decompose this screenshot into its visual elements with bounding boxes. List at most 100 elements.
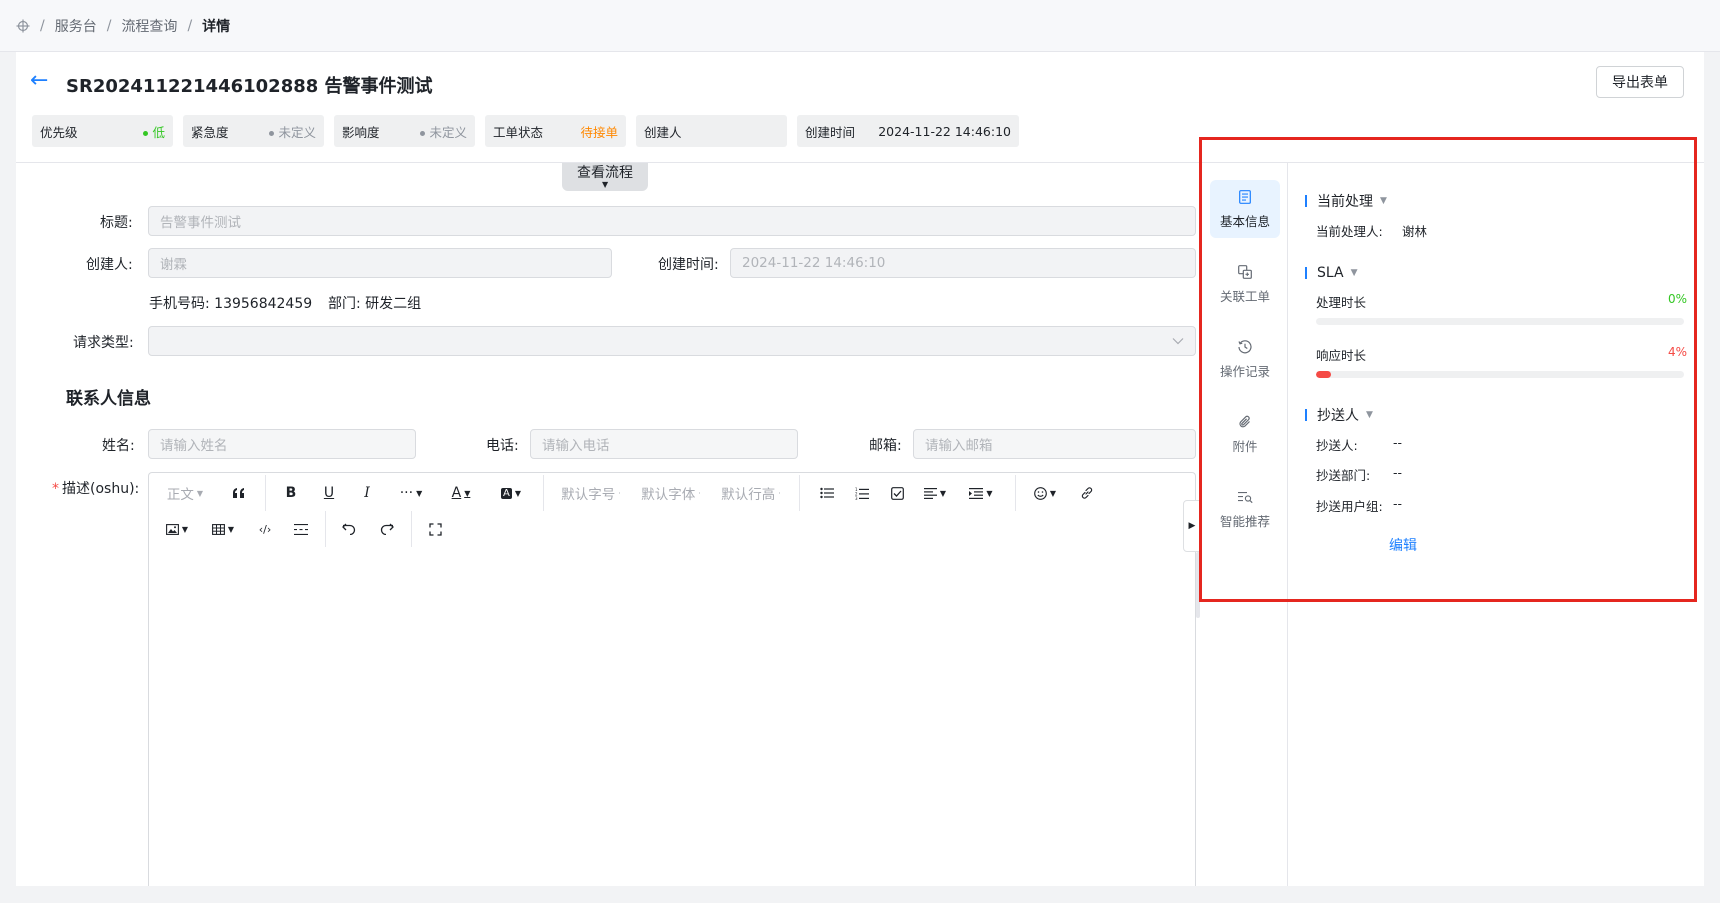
urgency-chip: 紧急度 未定义 <box>183 115 324 147</box>
insert-image-dropdown[interactable]: ▼ <box>161 515 193 543</box>
description-editor[interactable]: 正文 ▼ B U I ··· ▼ A ▼ A ▼ 默认字号 · 默认字体 · 默认行高 · 1… <box>148 472 1196 886</box>
export-form-button[interactable]: 导出表单 <box>1596 66 1684 98</box>
current-handling-header[interactable]: 当前处理 ▼ <box>1305 191 1387 211</box>
request-type-select[interactable] <box>148 326 1196 356</box>
cc-group-value: -- <box>1393 496 1403 511</box>
impact-chip: 影响度 未定义 <box>334 115 475 147</box>
tab-linked-tickets-label: 关联工单 <box>1219 289 1270 304</box>
caret-down-icon: ▼ <box>1380 196 1387 206</box>
more-styles-dropdown[interactable]: ··· ▼ <box>391 479 431 507</box>
description-label: * 描述(oshu): <box>52 481 140 497</box>
insert-table-dropdown[interactable]: ▼ <box>207 515 239 543</box>
code-icon[interactable]: ‹/› <box>251 515 279 543</box>
quote-icon[interactable] <box>225 479 253 507</box>
response-duration-percent: 4% <box>1667 345 1687 359</box>
document-icon <box>1210 189 1280 211</box>
redo-icon[interactable] <box>373 515 401 543</box>
toolbar-divider <box>1015 475 1016 511</box>
tab-basic-info[interactable]: 基本信息 <box>1210 180 1280 238</box>
font-size-dropdown[interactable]: 默认字号 · <box>555 479 627 507</box>
urgency-value: 未定义 <box>269 122 316 141</box>
undo-icon[interactable] <box>335 515 363 543</box>
toolbar-divider <box>799 475 800 511</box>
underline-button[interactable]: U <box>315 479 343 507</box>
numbered-list-icon[interactable]: 123 <box>848 479 876 507</box>
view-flow-button[interactable]: 查看流程 ▼ <box>562 163 648 191</box>
bold-button[interactable]: B <box>277 479 305 507</box>
created-time-chip-label: 创建时间 <box>805 124 856 140</box>
toolbar-divider <box>265 475 266 511</box>
cc-dept-value: -- <box>1393 465 1403 480</box>
urgency-label: 紧急度 <box>191 124 229 140</box>
creator-label: 创建人: <box>86 257 133 273</box>
breadcrumb-service-desk[interactable]: 服务台 <box>55 16 97 36</box>
impact-label: 影响度 <box>342 124 380 140</box>
bullet-list-icon[interactable] <box>813 479 841 507</box>
priority-value: 低 <box>143 122 165 141</box>
cc-person-label: 抄送人: <box>1316 438 1358 453</box>
breadcrumb-process-query[interactable]: 流程查询 <box>121 16 177 36</box>
line-height-dropdown[interactable]: 默认行高 · <box>715 479 787 507</box>
breadcrumb: / 服务台 / 流程查询 / 详情 <box>0 0 1720 52</box>
italic-button[interactable]: I <box>353 479 381 507</box>
email-input[interactable]: 请输入邮箱 <box>913 429 1196 459</box>
collapse-panel-handle[interactable]: ▶ <box>1183 500 1201 552</box>
ticket-status-label: 工单状态 <box>493 124 544 140</box>
crosshair-icon[interactable] <box>16 19 30 33</box>
tab-attachments-label: 附件 <box>1232 439 1258 454</box>
creator-field[interactable]: 谢霖 <box>148 248 612 278</box>
link-tickets-icon <box>1210 264 1280 286</box>
process-duration-percent: 0% <box>1667 292 1687 306</box>
phone-label: 手机号码: <box>149 296 210 312</box>
smart-search-icon <box>1210 489 1280 511</box>
phone-info: 手机号码: 13956842459 <box>149 293 312 313</box>
tel-input[interactable]: 请输入电话 <box>530 429 798 459</box>
status-dot-icon <box>420 130 426 136</box>
side-tabs: 基本信息 关联工单 操作记录 附件 智能推荐 <box>1200 163 1288 886</box>
emoji-dropdown[interactable]: ▼ <box>1027 479 1063 507</box>
back-arrow-icon[interactable]: ← <box>30 70 48 92</box>
indent-dropdown[interactable]: ▼ <box>963 479 999 507</box>
priority-label: 优先级 <box>40 124 78 140</box>
background-color-dropdown[interactable]: A ▼ <box>491 479 531 507</box>
paperclip-icon <box>1210 414 1280 436</box>
checkbox-list-icon[interactable] <box>883 479 911 507</box>
ticket-header: ← SR202411221446102888 告警事件测试 导出表单 优先级 低… <box>16 52 1704 163</box>
paragraph-format-dropdown[interactable]: 正文 ▼ <box>161 479 209 507</box>
title-field[interactable]: 告警事件测试 <box>148 206 1196 236</box>
tab-operation-log-label: 操作记录 <box>1219 364 1270 379</box>
caret-right-icon: ▶ <box>1188 521 1196 531</box>
created-time-label: 创建时间: <box>658 257 719 273</box>
font-family-dropdown[interactable]: 默认字体 · <box>635 479 707 507</box>
tab-linked-tickets[interactable]: 关联工单 <box>1210 255 1280 313</box>
history-icon <box>1210 339 1280 361</box>
page-title: SR202411221446102888 告警事件测试 <box>66 76 433 97</box>
text-color-dropdown[interactable]: A ▼ <box>441 479 481 507</box>
tab-smart-recommend[interactable]: 智能推荐 <box>1210 480 1280 538</box>
required-mark: * <box>52 481 59 497</box>
tab-attachments[interactable]: 附件 <box>1210 405 1280 463</box>
created-time-field[interactable]: 2024-11-22 14:46:10 <box>730 248 1196 278</box>
title-label: 标题: <box>100 215 133 231</box>
caret-down-icon: ▼ <box>602 180 609 189</box>
name-input[interactable]: 请输入姓名 <box>148 429 416 459</box>
cc-person-value: -- <box>1393 435 1403 450</box>
divider-line-icon[interactable] <box>287 515 315 543</box>
align-dropdown[interactable]: ▼ <box>917 479 953 507</box>
basic-info-panel: 当前处理 ▼ 当前处理人: 谢林 SLA ▼ 处理时长 0% 响应时长 4% 抄送人… <box>1289 163 1704 886</box>
link-icon[interactable] <box>1073 479 1101 507</box>
email-label: 邮箱: <box>869 438 902 454</box>
fullscreen-icon[interactable] <box>421 515 449 543</box>
response-duration-label: 响应时长 <box>1316 348 1367 363</box>
edit-cc-link[interactable]: 编辑 <box>1389 535 1417 555</box>
ticket-status-chip: 工单状态 待接单 <box>485 115 626 147</box>
tab-operation-log[interactable]: 操作记录 <box>1210 330 1280 388</box>
cc-group-label: 抄送用户组: <box>1316 499 1383 514</box>
dept-value: 研发二组 <box>365 296 422 312</box>
creator-chip-label: 创建人 <box>644 124 682 140</box>
sla-header[interactable]: SLA ▼ <box>1305 265 1358 281</box>
impact-value: 未定义 <box>420 122 467 141</box>
cc-header[interactable]: 抄送人 ▼ <box>1305 405 1373 425</box>
request-type-label: 请求类型: <box>73 335 134 351</box>
created-time-chip: 创建时间 2024-11-22 14:46:10 <box>797 115 1019 147</box>
